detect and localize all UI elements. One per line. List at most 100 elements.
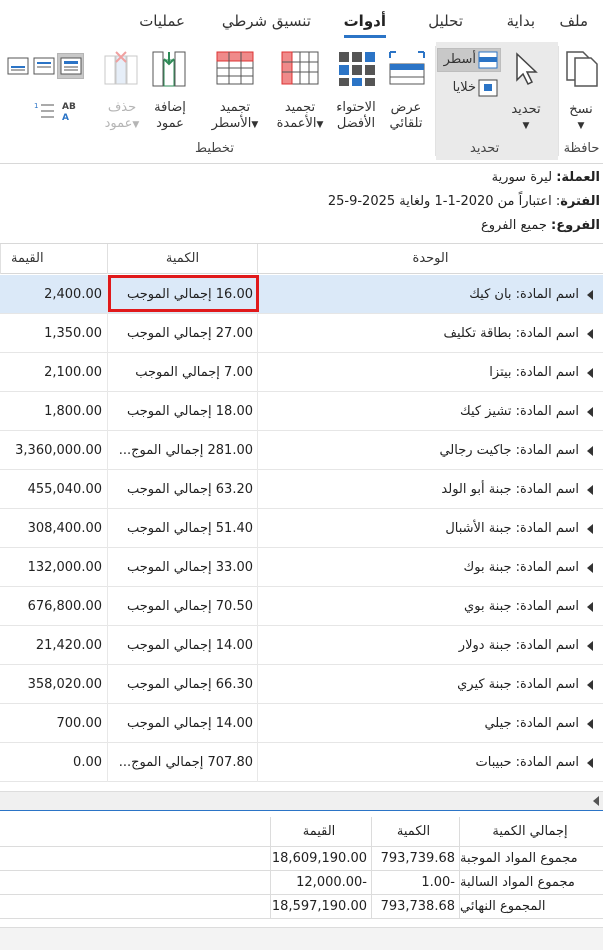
qty-cell[interactable]: 14.00 إجمالي الموجب xyxy=(107,626,257,665)
copy-button[interactable]: نسخ ▼ xyxy=(560,48,602,131)
table-row[interactable]: اسم المادة: جيلي 14.00 إجمالي الموجب 700.0… xyxy=(0,704,603,743)
delete-column-button[interactable]: حذف ▼عمود xyxy=(100,48,144,131)
value-cell[interactable]: 132,000.00 xyxy=(0,548,107,587)
horizontal-scrollbar[interactable] xyxy=(0,791,603,811)
freeze-columns-button[interactable]: تجميد ▼الأعمدة xyxy=(272,48,328,131)
add-column-button[interactable]: إضافة عمود xyxy=(147,48,193,131)
unit-cell[interactable]: اسم المادة: جبنة أبو الولد xyxy=(257,470,603,509)
table-row[interactable]: اسم المادة: جبنة أبو الولد 63.20 إجمالي ا… xyxy=(0,470,603,509)
bestfit-button[interactable]: الاحتواء الأفضل xyxy=(331,48,381,131)
expand-arrow-icon[interactable] xyxy=(587,368,593,378)
tab-analysis[interactable]: تحليل xyxy=(428,12,463,30)
freeze-columns-dropdown-icon[interactable]: ▼ xyxy=(317,120,324,130)
qty-cell[interactable]: 66.30 إجمالي الموجب xyxy=(107,665,257,704)
rows-button[interactable]: أسطر xyxy=(440,51,500,71)
group-label-selection: تحديد xyxy=(470,141,500,156)
autofit-button[interactable]: عرض تلقائي xyxy=(384,48,428,131)
column-header-unit[interactable]: الوحدة xyxy=(257,244,603,274)
expand-arrow-icon[interactable] xyxy=(587,524,593,534)
unit-cell[interactable]: اسم المادة: جبنة الأشبال xyxy=(257,509,603,548)
value-cell[interactable]: 676,800.00 xyxy=(0,587,107,626)
table-row[interactable]: اسم المادة: جبنة كيري 66.30 إجمالي الموجب… xyxy=(0,665,603,704)
cells-button[interactable]: خلايا xyxy=(440,79,500,99)
qty-cell[interactable]: 51.40 إجمالي الموجب xyxy=(107,509,257,548)
unit-cell[interactable]: اسم المادة: تشيز كيك xyxy=(257,392,603,431)
value-cell[interactable]: 2,100.00 xyxy=(0,353,107,392)
unit-text: اسم المادة: جبنة كيري xyxy=(457,677,579,692)
table-row[interactable]: اسم المادة: جبنة بوك 33.00 إجمالي الموجب 1… xyxy=(0,548,603,587)
select-dropdown-icon[interactable]: ▼ xyxy=(504,118,548,134)
value-cell[interactable]: 21,420.00 xyxy=(0,626,107,665)
qty-cell[interactable]: 281.00 إجمالي الموج... xyxy=(107,431,257,470)
qty-cell[interactable]: 70.50 إجمالي الموجب xyxy=(107,587,257,626)
expand-arrow-icon[interactable] xyxy=(587,290,593,300)
expand-arrow-icon[interactable] xyxy=(587,329,593,339)
table-row[interactable]: اسم المادة: بطاقة تكليف 27.00 إجمالي المو… xyxy=(0,314,603,353)
unit-cell[interactable]: اسم المادة: جبنة بوك xyxy=(257,548,603,587)
expand-arrow-icon[interactable] xyxy=(587,641,593,651)
qty-cell[interactable]: 16.00 إجمالي الموجب xyxy=(107,275,257,314)
value-cell[interactable]: 1,800.00 xyxy=(0,392,107,431)
value-cell[interactable]: 455,040.00 xyxy=(0,470,107,509)
copy-dropdown-icon[interactable]: ▼ xyxy=(560,118,602,134)
value-cell[interactable]: 0.00 xyxy=(0,743,107,782)
expand-arrow-icon[interactable] xyxy=(587,485,593,495)
qty-cell[interactable]: 27.00 إجمالي الموجب xyxy=(107,314,257,353)
table-row[interactable]: اسم المادة: تشيز كيك 18.00 إجمالي الموجب 1… xyxy=(0,392,603,431)
expand-arrow-icon[interactable] xyxy=(587,680,593,690)
numbered-list-icon[interactable]: 1 xyxy=(33,100,55,122)
expand-arrow-icon[interactable] xyxy=(587,602,593,612)
unit-cell[interactable]: اسم المادة: جبنة دولار xyxy=(257,626,603,665)
value-cell[interactable]: 3,360,000.00 xyxy=(0,431,107,470)
freeze-rows-button[interactable]: تجميد ▼الأسطر xyxy=(206,48,264,131)
expand-arrow-icon[interactable] xyxy=(587,563,593,573)
summary-row: المجموع النهائي 793,738.68 18,597,190.00 xyxy=(0,895,603,919)
freeze-rows-label-1: تجميد xyxy=(219,100,251,115)
layout-outline-icon[interactable] xyxy=(33,57,55,75)
qty-cell[interactable]: 707.80 إجمالي الموج... xyxy=(107,743,257,782)
unit-cell[interactable]: اسم المادة: حبيبات xyxy=(257,743,603,782)
unit-cell[interactable]: اسم المادة: بان كيك xyxy=(257,275,603,314)
column-header-value[interactable]: القيمة xyxy=(0,244,107,274)
column-header-qty[interactable]: الكمية xyxy=(107,244,257,274)
scroll-left-arrow-icon[interactable] xyxy=(593,796,599,806)
tab-tools[interactable]: أدوات xyxy=(343,12,387,38)
unit-cell[interactable]: اسم المادة: بطاقة تكليف xyxy=(257,314,603,353)
sort-ab-icon[interactable]: AB A xyxy=(60,100,80,122)
qty-cell[interactable]: 7.00 إجمالي الموجب xyxy=(107,353,257,392)
table-row[interactable]: اسم المادة: بان كيك 16.00 إجمالي الموجب 2,… xyxy=(0,275,603,314)
unit-cell[interactable]: اسم المادة: جيلي xyxy=(257,704,603,743)
unit-cell[interactable]: اسم المادة: جاكيت رجالي xyxy=(257,431,603,470)
qty-cell[interactable]: 18.00 إجمالي الموجب xyxy=(107,392,257,431)
table-row[interactable]: اسم المادة: جبنة بوي 70.50 إجمالي الموجب 6… xyxy=(0,587,603,626)
qty-cell[interactable]: 14.00 إجمالي الموجب xyxy=(107,704,257,743)
qty-cell[interactable]: 63.20 إجمالي الموجب xyxy=(107,470,257,509)
tab-operations[interactable]: عمليات xyxy=(139,12,185,30)
value-cell[interactable]: 358,020.00 xyxy=(0,665,107,704)
tab-home[interactable]: بداية xyxy=(507,12,535,30)
expand-arrow-icon[interactable] xyxy=(587,446,593,456)
qty-cell[interactable]: 33.00 إجمالي الموجب xyxy=(107,548,257,587)
unit-cell[interactable]: اسم المادة: بيتزا xyxy=(257,353,603,392)
table-row[interactable]: اسم المادة: جاكيت رجالي 281.00 إجمالي الم… xyxy=(0,431,603,470)
expand-arrow-icon[interactable] xyxy=(587,719,593,729)
select-button[interactable]: تحديد ▼ xyxy=(504,48,548,131)
table-row[interactable]: اسم المادة: بيتزا 7.00 إجمالي الموجب 2,100… xyxy=(0,353,603,392)
unit-cell[interactable]: اسم المادة: جبنة بوي xyxy=(257,587,603,626)
tab-file[interactable]: ملف xyxy=(559,12,588,30)
table-row[interactable]: اسم المادة: جبنة الأشبال 51.40 إجمالي الم… xyxy=(0,509,603,548)
value-cell[interactable]: 1,350.00 xyxy=(0,314,107,353)
tab-conditional-format[interactable]: تنسيق شرطي xyxy=(222,12,311,30)
table-row[interactable]: اسم المادة: حبيبات 707.80 إجمالي الموج...… xyxy=(0,743,603,782)
freeze-rows-dropdown-icon[interactable]: ▼ xyxy=(251,120,258,130)
freeze-rows-label-2: الأسطر xyxy=(211,116,252,131)
table-row[interactable]: اسم المادة: جبنة دولار 14.00 إجمالي الموج… xyxy=(0,626,603,665)
unit-cell[interactable]: اسم المادة: جبنة كيري xyxy=(257,665,603,704)
expand-arrow-icon[interactable] xyxy=(587,758,593,768)
value-cell[interactable]: 2,400.00 xyxy=(0,275,107,314)
layout-tabular-icon[interactable] xyxy=(60,57,82,75)
value-cell[interactable]: 700.00 xyxy=(0,704,107,743)
layout-compact-icon[interactable] xyxy=(7,57,29,75)
expand-arrow-icon[interactable] xyxy=(587,407,593,417)
value-cell[interactable]: 308,400.00 xyxy=(0,509,107,548)
